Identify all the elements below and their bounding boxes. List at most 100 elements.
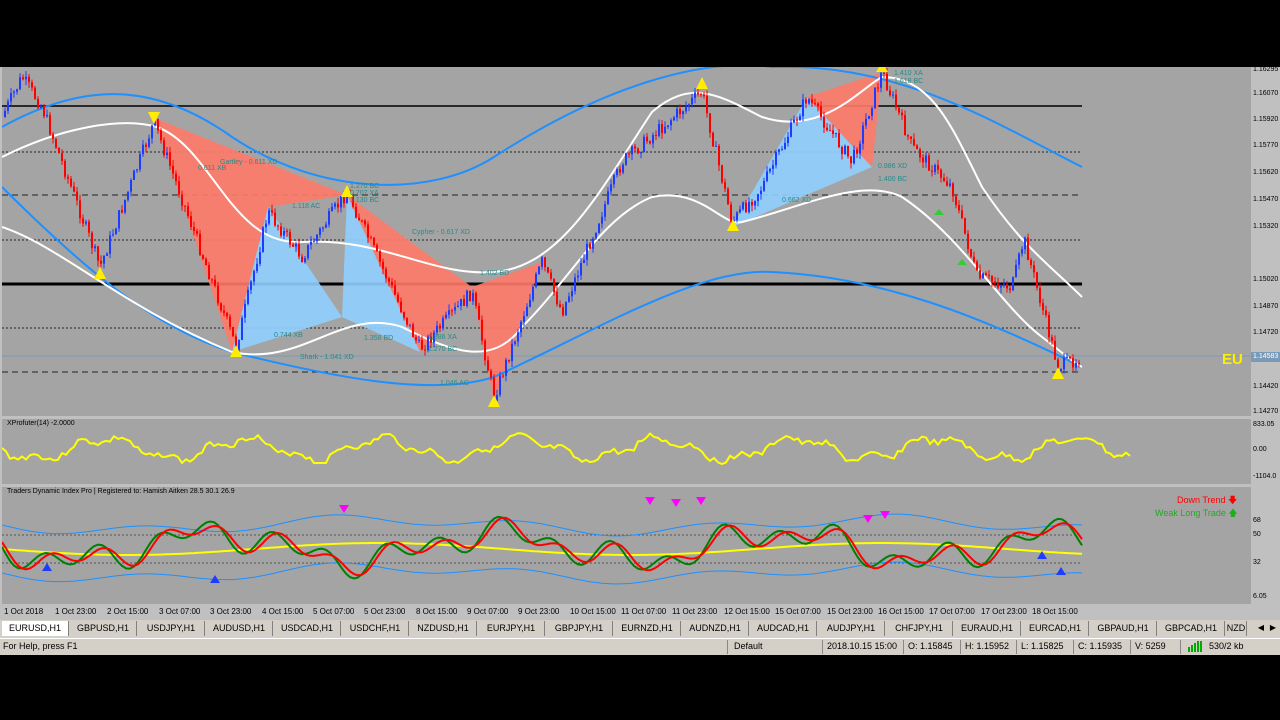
tab-eurusd-h1[interactable]: EURUSD,H1	[2, 621, 69, 636]
candle-body	[607, 191, 609, 205]
tab-audusd-h1[interactable]: AUDUSD,H1	[206, 621, 273, 636]
candle-body	[598, 223, 600, 233]
candle-body	[1054, 340, 1056, 360]
candle-body	[916, 145, 918, 150]
candle-body	[742, 202, 744, 210]
candle-body	[61, 153, 63, 161]
candle-body	[838, 132, 840, 148]
candle-body	[358, 217, 360, 221]
tab-nzd[interactable]: NZD	[1226, 621, 1247, 636]
candle-body	[808, 99, 810, 104]
candle-body	[298, 244, 300, 257]
candle-body	[217, 285, 219, 304]
tab-audnzd-h1[interactable]: AUDNZD,H1	[682, 621, 749, 636]
tab-chfjpy-h1[interactable]: CHFJPY,H1	[886, 621, 953, 636]
tdi-axis-min: 6.05	[1253, 593, 1267, 600]
candle-body	[322, 227, 324, 229]
time-axis-label: 17 Oct 07:00	[929, 607, 975, 616]
candle-body	[319, 228, 321, 235]
tdi-pane[interactable]: Traders Dynamic Index Pro | Registered t…	[2, 487, 1251, 604]
candle-body	[22, 77, 24, 80]
candle-body	[910, 136, 912, 139]
candle-body	[223, 310, 225, 313]
candle-body	[421, 340, 423, 350]
price-axis-label: 1.16295	[1253, 66, 1279, 73]
status-profile: Default	[734, 641, 763, 651]
candle-body	[559, 304, 561, 308]
candle-body	[439, 325, 441, 329]
tab-usdcad-h1[interactable]: USDCAD,H1	[274, 621, 341, 636]
tab-euraud-h1[interactable]: EURAUD,H1	[954, 621, 1021, 636]
svg-text:1.886 XA: 1.886 XA	[428, 334, 457, 341]
candle-body	[883, 72, 885, 74]
candle-body	[871, 108, 873, 116]
time-axis-label: 11 Oct 07:00	[621, 607, 667, 616]
time-axis-label: 2 Oct 15:00	[107, 607, 149, 616]
price-axis-label: 1.14720	[1253, 329, 1279, 336]
candle-body	[961, 210, 963, 218]
candle-body	[736, 212, 738, 221]
candle-body	[1075, 362, 1077, 368]
tab-scroll-right-icon[interactable]: ▶	[1268, 622, 1278, 634]
candle-body	[832, 130, 834, 134]
candle-body	[751, 201, 753, 206]
time-axis-label: 3 Oct 07:00	[159, 607, 201, 616]
price-axis[interactable]: 1.16295 1.16070 1.15920 1.15770 1.15620 1.154…	[1251, 66, 1280, 416]
candle-body	[232, 327, 234, 337]
svg-text:0.886 XD: 0.886 XD	[878, 163, 907, 170]
tab-audcad-h1[interactable]: AUDCAD,H1	[750, 621, 817, 636]
tab-eurjpy-h1[interactable]: EURJPY,H1	[478, 621, 545, 636]
time-axis-label: 16 Oct 15:00	[878, 607, 924, 616]
candle-body	[775, 152, 777, 166]
candle-body	[508, 359, 510, 362]
candle-body	[181, 194, 183, 206]
candle-body	[874, 87, 876, 109]
chart-window[interactable]: Gartley - 0.611 XD 0.611 XB 1.118 AC 1.2…	[0, 66, 1280, 620]
candle-body	[91, 232, 93, 249]
tab-eurnzd-h1[interactable]: EURNZD,H1	[614, 621, 681, 636]
xprofuter-pane[interactable]: XProfuter(14) -2.0000	[2, 419, 1251, 484]
tab-eurcad-h1[interactable]: EURCAD,H1	[1022, 621, 1089, 636]
tab-usdjpy-h1[interactable]: USDJPY,H1	[138, 621, 205, 636]
time-axis-label: 1 Oct 23:00	[55, 607, 97, 616]
candle-body	[100, 260, 102, 264]
candle-body	[481, 319, 483, 341]
tab-gbpjpy-h1[interactable]: GBPJPY,H1	[546, 621, 613, 636]
tab-gbpcad-h1[interactable]: GBPCAD,H1	[1158, 621, 1225, 636]
candle-body	[850, 156, 852, 164]
candle-body	[637, 148, 639, 154]
lower-envelope	[2, 189, 1083, 368]
candle-body	[694, 92, 696, 98]
candle-body	[487, 360, 489, 371]
candle-body	[295, 244, 297, 247]
candle-body	[721, 165, 723, 183]
tab-audjpy-h1[interactable]: AUDJPY,H1	[818, 621, 885, 636]
candle-body	[388, 278, 390, 282]
candle-body	[76, 191, 78, 201]
candle-body	[58, 147, 60, 154]
candle-body	[940, 169, 942, 178]
time-axis: 1 Oct 2018 1 Oct 23:00 2 Oct 15:00 3 Oct 07…	[2, 604, 1251, 620]
tab-usdchf-h1[interactable]: USDCHF,H1	[342, 621, 409, 636]
candle-body	[34, 87, 36, 99]
candle-body	[856, 149, 858, 154]
tab-gbpaud-h1[interactable]: GBPAUD,H1	[1090, 621, 1157, 636]
candle-body	[130, 179, 132, 192]
candle-body	[277, 225, 279, 227]
candle-body	[712, 132, 714, 147]
tab-nzdusd-h1[interactable]: NZDUSD,H1	[410, 621, 477, 636]
tdi-signal-weak-long-label: Weak Long Trade	[1155, 508, 1226, 518]
candle-body	[982, 273, 984, 279]
tab-scroll-left-icon[interactable]: ◀	[1256, 622, 1266, 634]
tab-gbpusd-h1[interactable]: GBPUSD,H1	[70, 621, 137, 636]
candle-body	[865, 118, 867, 126]
candle-body	[190, 216, 192, 228]
candle-body	[1045, 310, 1047, 316]
svg-text:1.270 BC: 1.270 BC	[350, 183, 379, 190]
candle-body	[766, 171, 768, 181]
candle-body	[754, 200, 756, 206]
candle-body	[214, 279, 216, 286]
candle-body	[841, 147, 843, 155]
price-chart-pane[interactable]: Gartley - 0.611 XD 0.611 XB 1.118 AC 1.2…	[2, 67, 1251, 416]
candle-body	[958, 205, 960, 211]
